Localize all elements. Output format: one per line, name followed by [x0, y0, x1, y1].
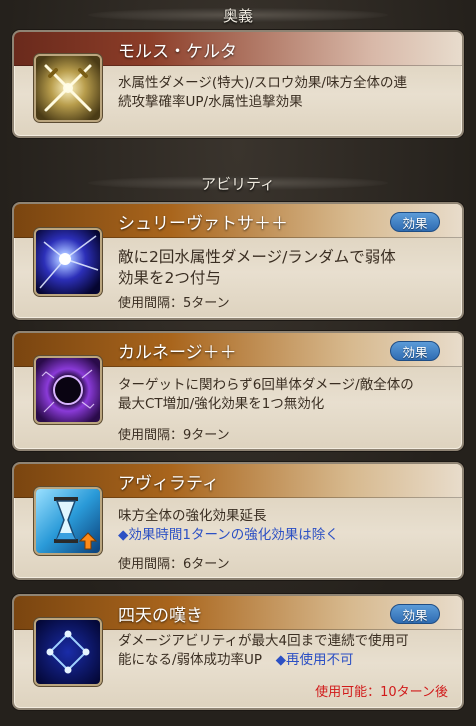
dark-orb-icon: [36, 358, 100, 422]
ougi-name: モルス・ケルタ: [118, 42, 237, 62]
ability-name: アヴィラティ: [118, 474, 219, 494]
ability-desc-line1: 味方全体の強化効果延長: [118, 508, 267, 524]
hourglass-icon: [36, 489, 100, 553]
effect-button[interactable]: 効果: [390, 341, 440, 361]
cooldown-text: 使用間隔：9ターン: [118, 428, 230, 443]
effect-button[interactable]: 効果: [390, 604, 440, 624]
ougi-description: 水属性ダメージ(特大)/スロウ効果/味方全体の連 続攻撃確率UP/水属性追撃効果: [118, 74, 407, 112]
cooldown-text: 使用間隔：6ターン: [118, 557, 230, 572]
ability-name: シュリーヴァトサ＋＋: [118, 214, 288, 234]
ability-desc-line1: ターゲットに関わらず6回単体ダメージ/敵全体の: [118, 377, 414, 393]
ability-card-1[interactable]: シュリーヴァトサ＋＋ 効果 敵に2回水属性ダメージ/ランダムで弱体 効果を2つ付…: [12, 202, 464, 320]
ability-desc-line2: 効果を2つ付与: [118, 269, 221, 287]
ability-card-2[interactable]: カルネージ＋＋ 効果 ターゲットに関わらず6回単体ダメージ/敵全体の 最大CT増…: [12, 331, 464, 451]
ability-name: 四天の嘆き: [118, 606, 203, 626]
ougi-desc-line1: 水属性ダメージ(特大)/スロウ効果/味方全体の連: [118, 75, 407, 91]
crossed-swords-icon: [36, 56, 100, 120]
ability-section-title: アビリティ: [200, 174, 276, 193]
ougi-desc-line2: 続攻撃確率UP/水属性追撃効果: [118, 94, 303, 110]
ability-name: カルネージ＋＋: [118, 343, 237, 363]
starburst-icon: [36, 230, 100, 294]
ougi-section-title: 奥義: [222, 6, 253, 25]
ability-desc-note: ◆効果時間1ターンの強化効果は除く: [118, 527, 339, 543]
effect-button[interactable]: 効果: [390, 212, 440, 232]
cooldown-text: 使用間隔：5ターン: [118, 296, 230, 311]
ability-card-3[interactable]: アヴィラティ 味方全体の強化効果延長 ◆効果時間1ターンの強化効果は除く 使用間…: [12, 462, 464, 580]
ability-section-header: アビリティ: [0, 170, 476, 196]
ability-card-4[interactable]: 四天の嘆き 効果 ダメージアビリティが最大4回まで連続で使用可 能になる/弱体成…: [12, 594, 464, 710]
ability-desc-line1: 敵に2回水属性ダメージ/ランダムで弱体: [118, 248, 396, 266]
ability-description: 味方全体の強化効果延長 ◆効果時間1ターンの強化効果は除く: [118, 507, 339, 545]
ability-desc-note: ◆再使用不可: [275, 652, 354, 668]
ability-description: ターゲットに関わらず6回単体ダメージ/敵全体の 最大CT増加/強化効果を1つ無効…: [118, 376, 414, 414]
ougi-card[interactable]: モルス・ケルタ 水属性ダメージ(特大)/スロウ効果/味方全体の連 続攻撃確率UP…: [12, 30, 464, 138]
diamond-nodes-icon: [36, 620, 100, 684]
ougi-section-header: 奥義: [0, 2, 476, 28]
ability-desc-line2: 能になる/弱体成功率UP ◆再使用不可: [118, 651, 409, 670]
ability-desc-line1: ダメージアビリティが最大4回まで連続で使用可: [118, 633, 409, 649]
ability-description: ダメージアビリティが最大4回まで連続で使用可 能になる/弱体成功率UP ◆再使用…: [118, 632, 409, 670]
availability-text: 使用可能：10ターン後: [315, 685, 448, 700]
ability-desc-line2-text: 能になる/弱体成功率UP: [118, 652, 276, 668]
ability-description: 敵に2回水属性ダメージ/ランダムで弱体 効果を2つ付与: [118, 247, 396, 289]
ability-desc-line2: 最大CT増加/強化効果を1つ無効化: [118, 396, 325, 412]
